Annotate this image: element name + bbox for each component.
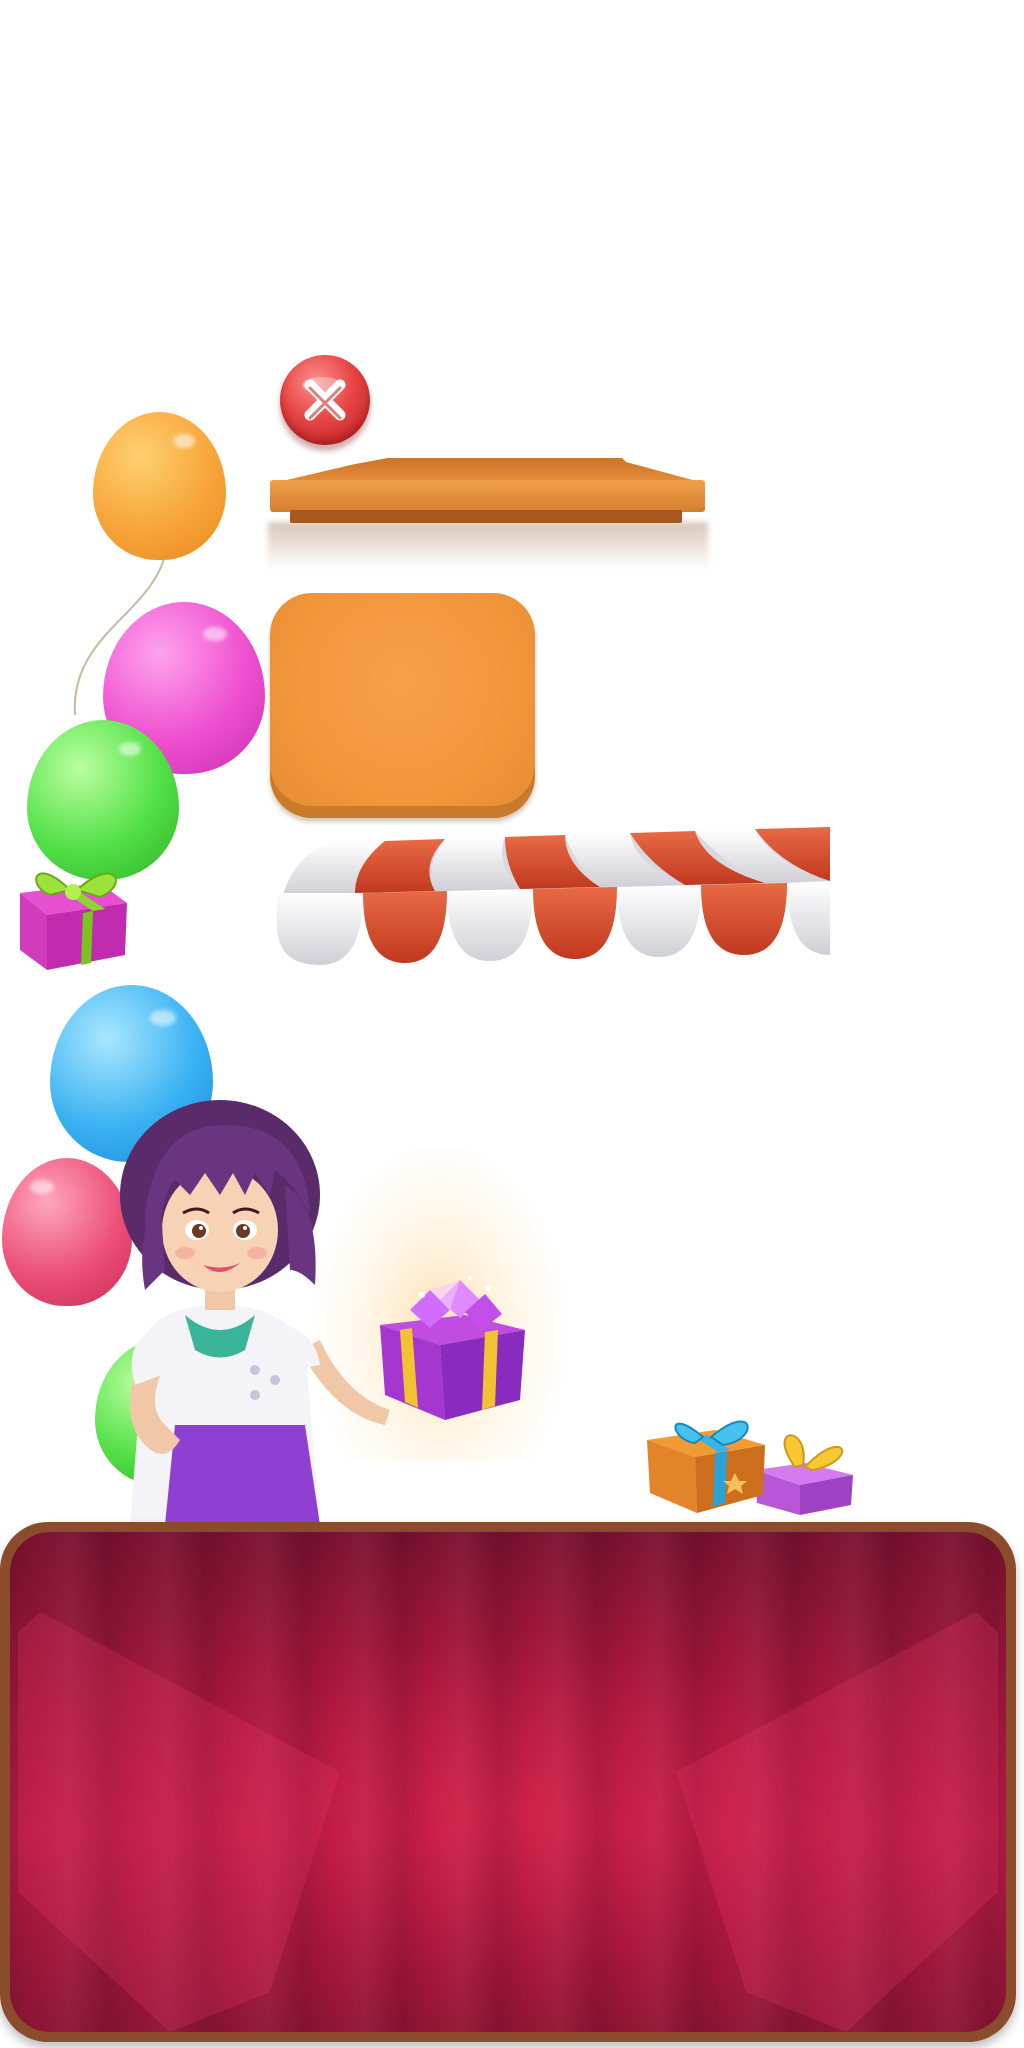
gem-gift-icon — [380, 1276, 525, 1420]
orange-panel — [270, 593, 535, 818]
pink-gift-icon — [20, 872, 127, 970]
close-button[interactable] — [280, 355, 370, 445]
red-curtain-board — [0, 1522, 1016, 2042]
red-board-inner — [10, 1532, 1006, 2032]
orange-gift-pair-icon — [647, 1420, 853, 1515]
orange-balloon-icon — [93, 412, 226, 560]
striped-awning — [277, 827, 830, 965]
wooden-shelf — [270, 458, 705, 523]
spotlight-beams — [18, 1612, 998, 2032]
shelf-shadow — [268, 522, 708, 570]
sprite-sheet-canvas — [0, 0, 1024, 2048]
close-icon — [302, 377, 346, 421]
